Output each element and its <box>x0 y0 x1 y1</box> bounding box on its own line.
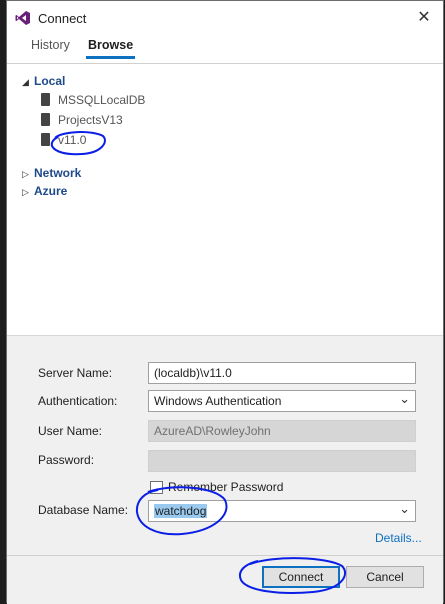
tree-item-projectsv13[interactable]: ProjectsV13 <box>41 113 123 127</box>
database-icon <box>41 93 50 106</box>
server-tree: ◢ Local MSSQLLocalDB ProjectsV13 v11.0 ▷ N… <box>7 64 443 336</box>
tab-history[interactable]: History <box>29 38 72 56</box>
tree-item-mssqllocaldb[interactable]: MSSQLLocalDB <box>41 93 145 107</box>
tab-bar: History Browse <box>7 35 443 64</box>
remember-password-label: Remember Password <box>168 480 284 494</box>
triangle-right-icon[interactable]: ▷ <box>22 187 34 198</box>
database-icon <box>41 113 50 126</box>
password-input <box>148 450 416 472</box>
connection-form: Server Name: (localdb)\v11.0 Authenticat… <box>7 336 443 604</box>
database-name-select[interactable]: watchdog <box>148 500 416 522</box>
tree-node-label: Azure <box>34 184 68 198</box>
user-name-label: User Name: <box>38 424 103 438</box>
tree-node-label: Network <box>34 166 82 180</box>
authentication-value: Windows Authentication <box>154 394 282 408</box>
tree-node-label: Local <box>34 74 66 88</box>
authentication-select[interactable]: Windows Authentication <box>148 390 416 412</box>
tree-item-label: MSSQLLocalDB <box>58 93 146 107</box>
remember-password-checkbox[interactable] <box>150 481 163 494</box>
divider <box>7 555 443 556</box>
tree-node-azure[interactable]: ▷ Azure <box>22 184 67 198</box>
connect-dialog: Connect ✕ History Browse ◢ Local MSSQLLoc… <box>6 0 444 604</box>
close-icon[interactable]: ✕ <box>409 3 439 33</box>
tree-item-v11[interactable]: v11.0 <box>41 133 86 147</box>
triangle-down-icon[interactable]: ◢ <box>22 77 34 88</box>
connect-button[interactable]: Connect <box>262 566 340 588</box>
visual-studio-icon <box>15 11 30 25</box>
authentication-label: Authentication: <box>38 394 118 408</box>
cancel-button[interactable]: Cancel <box>346 566 424 588</box>
password-label: Password: <box>38 453 95 467</box>
user-name-input: AzureAD\RowleyJohn <box>148 420 416 442</box>
title-bar: Connect ✕ <box>7 1 443 35</box>
tree-item-label: v11.0 <box>58 133 87 147</box>
tree-node-local[interactable]: ◢ Local <box>22 74 65 88</box>
details-link[interactable]: Details... <box>375 531 422 545</box>
tree-item-label: ProjectsV13 <box>58 113 123 127</box>
server-name-input[interactable]: (localdb)\v11.0 <box>148 362 416 384</box>
triangle-right-icon[interactable]: ▷ <box>22 169 34 180</box>
tab-browse[interactable]: Browse <box>86 38 136 59</box>
window-title: Connect <box>38 11 87 26</box>
database-name-label: Database Name: <box>38 503 129 517</box>
tree-node-network[interactable]: ▷ Network <box>22 166 81 180</box>
database-icon <box>41 133 50 146</box>
database-name-value: watchdog <box>154 504 208 518</box>
server-name-label: Server Name: <box>38 366 113 380</box>
